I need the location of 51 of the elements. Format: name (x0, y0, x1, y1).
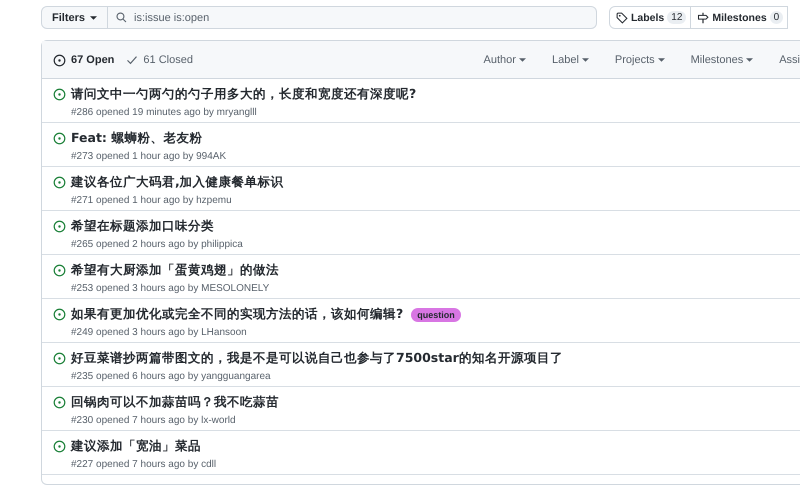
issue-open-icon (53, 308, 66, 321)
filter-menu[interactable]: Milestones (690, 54, 754, 66)
caret-icon (582, 58, 589, 62)
caret-icon (90, 16, 98, 20)
state-filter-link[interactable]: 67 Open (53, 52, 114, 67)
filter-menu[interactable]: Author (484, 54, 526, 66)
issue-label[interactable]: question (411, 308, 461, 322)
filters-button[interactable]: Filters (41, 6, 108, 29)
issue-meta: #227 opened 7 hours ago by cdll (71, 459, 216, 470)
issue-meta: #265 opened 2 hours ago by philippica (71, 239, 243, 250)
issue-open-icon (53, 264, 66, 277)
issue-open-icon (53, 132, 66, 145)
issue-title-link[interactable]: 希望在标题添加口味分类 (71, 218, 214, 235)
issue-open-icon (53, 220, 66, 233)
check-icon (126, 54, 138, 66)
issue-meta: #253 opened 3 hours ago by MESOLONELY (71, 283, 270, 294)
filter-menu[interactable]: Projects (614, 54, 665, 66)
search-field[interactable]: is:issue is:open (108, 6, 597, 29)
milestone-icon (697, 12, 710, 24)
issue-meta: #230 opened 7 hours ago by lx-world (71, 415, 237, 426)
filter-menu[interactable]: Label (552, 54, 589, 66)
count-badge: 12 (667, 11, 686, 24)
issue-meta: #235 opened 6 hours ago by yangguangarea (71, 371, 272, 382)
issue-open-icon (53, 176, 66, 189)
issue-title-link[interactable]: 回锅肉可以不加蒜苗吗？我不吃蒜苗 (71, 394, 279, 411)
issue-title-link[interactable]: 建议各位广大码君,加入健康餐单标识 (71, 174, 284, 191)
filter-menu[interactable]: Assi (779, 54, 800, 66)
issue-meta: #249 opened 3 hours ago by LHansoon (71, 327, 248, 338)
issue-meta: #286 opened 19 minutes ago by mryanglll (71, 107, 258, 118)
caret-icon (658, 58, 665, 62)
issue-open-icon (53, 352, 66, 365)
issue-meta: #273 opened 1 hour ago by 994AK (71, 151, 226, 162)
search-icon (116, 12, 128, 23)
state-filter-link[interactable]: 61 Closed (126, 54, 193, 66)
count-badge: 0 (770, 11, 784, 24)
issue-meta: #271 opened 1 hour ago by hzpemu (71, 195, 233, 206)
issue-open-icon (53, 396, 66, 409)
milestones-button[interactable]: Milestones 0 (690, 6, 788, 29)
issue-title-link[interactable]: 建议添加「宽油」菜品 (71, 438, 201, 455)
issue-title-link[interactable]: 希望有大厨添加「蛋黄鸡翅」的做法 (71, 262, 279, 279)
issue-open-icon (53, 440, 66, 453)
caret-icon (746, 58, 754, 62)
issue-title-link[interactable]: 请问文中一勺两勺的勺子用多大的，长度和宽度还有深度呢? (71, 86, 416, 103)
caret-icon (518, 58, 526, 62)
labels-button[interactable]: Labels 12 (609, 6, 692, 29)
issue-open-icon (53, 54, 66, 67)
issue-title-link[interactable]: Feat: 螺蛳粉、老友粉 (71, 130, 202, 147)
issue-title-link[interactable]: 好豆菜谱抄两篇带图文的，我是不是可以说自己也参与了7500star的知名开源项目了 (71, 350, 563, 367)
issue-open-icon (53, 88, 66, 101)
tag-icon (616, 12, 628, 24)
issue-title-link[interactable]: 如果有更加优化或完全不同的实现方法的话，该如何编辑? (71, 306, 404, 323)
